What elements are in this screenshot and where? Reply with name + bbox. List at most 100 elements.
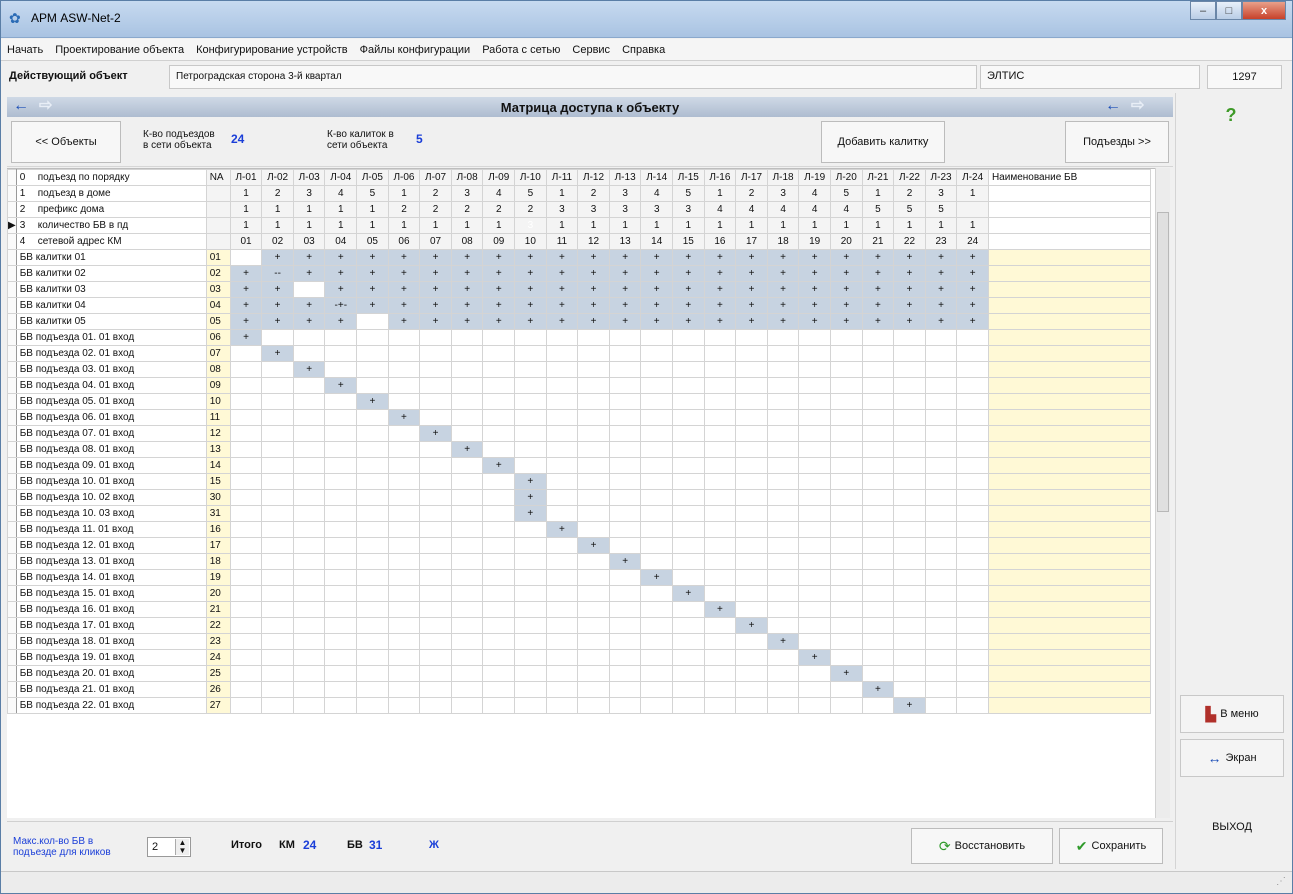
- menu-start[interactable]: Начать: [7, 44, 43, 56]
- access-cell[interactable]: +: [893, 281, 926, 298]
- header-cell[interactable]: 21: [861, 233, 895, 250]
- access-cell[interactable]: [956, 569, 989, 586]
- access-cell[interactable]: [545, 409, 579, 426]
- access-cell[interactable]: [356, 617, 389, 634]
- access-cell[interactable]: [229, 537, 263, 554]
- menu-design[interactable]: Проектирование объекта: [55, 44, 184, 56]
- access-cell[interactable]: [672, 489, 705, 506]
- header-cell[interactable]: 1: [229, 201, 263, 218]
- access-cell[interactable]: [829, 473, 863, 490]
- access-cell[interactable]: +: [640, 281, 674, 298]
- header-cell[interactable]: 07: [419, 233, 452, 250]
- access-cell[interactable]: [261, 601, 294, 618]
- access-cell[interactable]: +: [545, 281, 579, 298]
- access-cell[interactable]: +: [956, 313, 989, 330]
- name-cell[interactable]: [987, 553, 1151, 570]
- access-cell[interactable]: [893, 601, 926, 618]
- access-cell[interactable]: +: [735, 313, 768, 330]
- access-cell[interactable]: [672, 457, 705, 474]
- access-cell[interactable]: [356, 409, 389, 426]
- back-arrow-icon-right[interactable]: ←: [1105, 97, 1121, 115]
- access-cell[interactable]: [229, 617, 263, 634]
- access-cell[interactable]: [893, 681, 926, 698]
- access-cell[interactable]: [387, 377, 421, 394]
- access-cell[interactable]: [861, 409, 895, 426]
- access-cell[interactable]: [861, 505, 895, 522]
- access-cell[interactable]: [387, 601, 421, 618]
- access-cell[interactable]: [324, 553, 358, 570]
- access-cell[interactable]: [229, 649, 263, 666]
- access-cell[interactable]: [482, 601, 516, 618]
- access-cell[interactable]: [292, 281, 326, 298]
- access-cell[interactable]: [640, 329, 674, 346]
- header-cell[interactable]: 1: [229, 217, 263, 234]
- access-cell[interactable]: +: [829, 665, 863, 682]
- access-cell[interactable]: [924, 377, 958, 394]
- access-cell[interactable]: [450, 521, 484, 538]
- access-cell[interactable]: [735, 697, 768, 714]
- header-cell[interactable]: 1: [482, 217, 516, 234]
- access-cell[interactable]: [356, 425, 389, 442]
- access-cell[interactable]: [545, 377, 579, 394]
- access-cell[interactable]: [766, 409, 800, 426]
- name-cell[interactable]: [987, 521, 1151, 538]
- access-cell[interactable]: [450, 393, 484, 410]
- access-cell[interactable]: [292, 553, 326, 570]
- access-cell[interactable]: +: [798, 297, 831, 314]
- access-cell[interactable]: +: [672, 281, 705, 298]
- access-cell[interactable]: [419, 329, 452, 346]
- access-cell[interactable]: +: [766, 297, 800, 314]
- access-cell[interactable]: [924, 697, 958, 714]
- access-cell[interactable]: +: [577, 281, 610, 298]
- access-cell[interactable]: [956, 537, 989, 554]
- access-cell[interactable]: +: [292, 297, 326, 314]
- access-cell[interactable]: [735, 329, 768, 346]
- header-cell[interactable]: 4: [829, 201, 863, 218]
- access-cell[interactable]: [324, 425, 358, 442]
- access-cell[interactable]: +: [924, 281, 958, 298]
- access-cell[interactable]: [450, 537, 484, 554]
- name-cell[interactable]: [987, 649, 1151, 666]
- access-cell[interactable]: [261, 489, 294, 506]
- access-cell[interactable]: [577, 425, 610, 442]
- access-cell[interactable]: [703, 457, 737, 474]
- header-cell[interactable]: 1: [356, 201, 389, 218]
- access-cell[interactable]: [735, 457, 768, 474]
- access-cell[interactable]: [861, 553, 895, 570]
- header-cell[interactable]: 1: [419, 217, 452, 234]
- access-cell[interactable]: [893, 569, 926, 586]
- access-cell[interactable]: [672, 521, 705, 538]
- access-cell[interactable]: [229, 249, 263, 266]
- access-cell[interactable]: [829, 569, 863, 586]
- spinner-arrows-icon[interactable]: ▲ ▼: [175, 839, 189, 855]
- access-cell[interactable]: [229, 441, 263, 458]
- access-cell[interactable]: [766, 601, 800, 618]
- header-cell[interactable]: 24: [956, 233, 989, 250]
- access-cell[interactable]: [482, 681, 516, 698]
- access-cell[interactable]: [577, 393, 610, 410]
- access-cell[interactable]: [735, 569, 768, 586]
- access-cell[interactable]: +: [893, 265, 926, 282]
- access-cell[interactable]: [261, 649, 294, 666]
- access-cell[interactable]: [577, 489, 610, 506]
- header-cell[interactable]: 1: [356, 217, 389, 234]
- access-cell[interactable]: [924, 601, 958, 618]
- access-cell[interactable]: [482, 345, 516, 362]
- menu-button[interactable]: ▙ В меню: [1180, 695, 1284, 733]
- access-cell[interactable]: [387, 393, 421, 410]
- header-cell[interactable]: 1: [924, 217, 958, 234]
- access-cell[interactable]: [419, 457, 452, 474]
- access-cell[interactable]: [229, 681, 263, 698]
- access-cell[interactable]: [608, 489, 642, 506]
- access-cell[interactable]: [956, 329, 989, 346]
- header-cell[interactable]: 3: [608, 185, 642, 202]
- access-cell[interactable]: +: [292, 361, 326, 378]
- access-cell[interactable]: [229, 601, 263, 618]
- access-cell[interactable]: +: [450, 249, 484, 266]
- access-cell[interactable]: [861, 585, 895, 602]
- access-cell[interactable]: [356, 601, 389, 618]
- access-cell[interactable]: [861, 425, 895, 442]
- access-cell[interactable]: [387, 361, 421, 378]
- access-cell[interactable]: [672, 601, 705, 618]
- access-cell[interactable]: [798, 553, 831, 570]
